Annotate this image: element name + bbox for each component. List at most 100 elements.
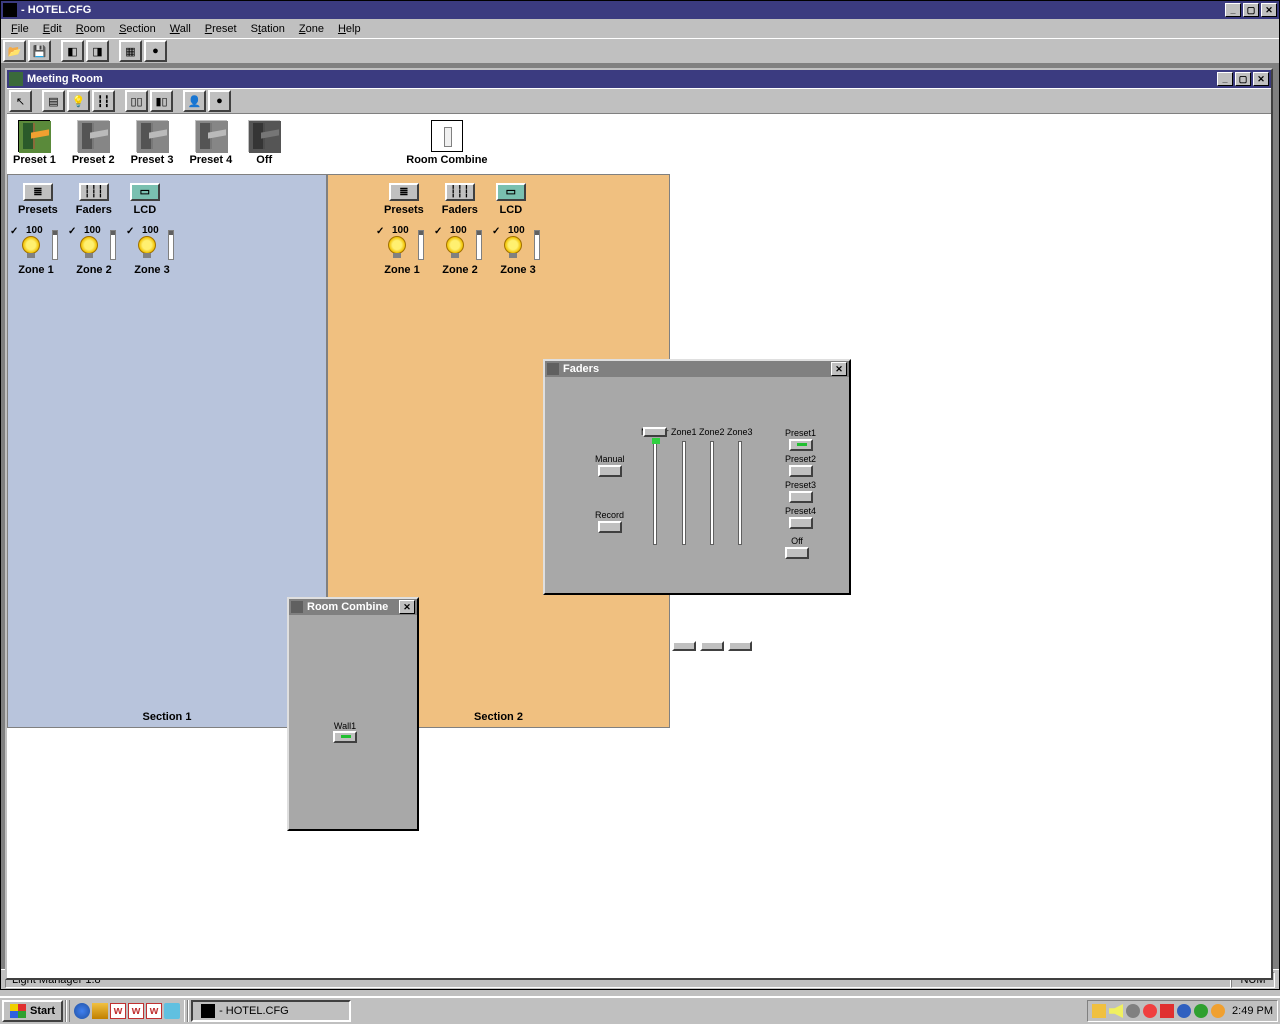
mdi-title: Meeting Room xyxy=(27,73,103,85)
menu-wall[interactable]: Wall xyxy=(164,21,197,37)
wall1-button[interactable]: Wall1 xyxy=(333,721,357,743)
menu-zone[interactable]: Zone xyxy=(293,21,330,37)
fader-off-button[interactable]: Off xyxy=(785,535,809,559)
taskbar: Start w w w - HOTEL.CFG 2:49 PM xyxy=(0,996,1280,1024)
preset-4[interactable]: Preset 4 xyxy=(189,120,232,166)
menu-help[interactable]: Help xyxy=(332,21,367,37)
section-1-label: Section 1 xyxy=(8,711,326,723)
windows-flag-icon xyxy=(10,1004,26,1018)
tray-icon-3[interactable] xyxy=(1126,1004,1140,1018)
toolbar-open-icon[interactable]: 📂 xyxy=(3,40,26,62)
fader-preset4-button[interactable]: Preset4 xyxy=(785,505,816,529)
s2-faders-button[interactable]: ┆┆┆Faders xyxy=(442,183,478,216)
room-combine-label: Room Combine xyxy=(406,154,487,166)
app-toolbar: 📂 💾 ◧ ◨ ▦ ● xyxy=(1,38,1279,64)
toolbar-btn-5[interactable]: ▦ xyxy=(119,40,142,62)
maximize-button[interactable]: ▢ xyxy=(1243,3,1259,17)
menu-edit[interactable]: Edit xyxy=(37,21,68,37)
preset-2[interactable]: Preset 2 xyxy=(72,120,115,166)
s2-zone-1[interactable]: ✓100 Zone 1 xyxy=(380,228,424,276)
manual-button[interactable]: Manual xyxy=(595,453,625,477)
s1-zone-2[interactable]: ✓100 Zone 2 xyxy=(72,228,116,276)
preset-1[interactable]: Preset 1 xyxy=(13,120,56,166)
close-button[interactable]: ✕ xyxy=(1261,3,1277,17)
s1-lcd-button[interactable]: ▭LCD xyxy=(130,183,160,216)
ql-ie-icon[interactable] xyxy=(74,1003,90,1019)
room-combine-icon xyxy=(291,601,303,613)
room-combine-close-button[interactable]: ✕ xyxy=(399,600,415,614)
tool-circle-icon[interactable]: ● xyxy=(208,90,231,112)
s1-faders-button[interactable]: ┆┆┆Faders xyxy=(76,183,112,216)
room-combine-titlebar[interactable]: Room Combine ✕ xyxy=(289,599,417,615)
mdi-maximize-button[interactable]: ▢ xyxy=(1235,72,1251,86)
record-button[interactable]: Record xyxy=(595,509,624,533)
app-title: - HOTEL.CFG xyxy=(21,4,91,16)
minimize-button[interactable]: _ xyxy=(1225,3,1241,17)
tool-layout2-icon[interactable]: ▮▯ xyxy=(150,90,173,112)
mdi-titlebar[interactable]: Meeting Room _ ▢ ✕ xyxy=(7,70,1271,88)
fader-zone1[interactable]: Zone1 xyxy=(671,427,697,547)
faders-icon xyxy=(547,363,559,375)
toolbar-record-icon[interactable]: ● xyxy=(144,40,167,62)
tool-bulb-icon[interactable]: 💡 xyxy=(67,90,90,112)
tray-clock[interactable]: 2:49 PM xyxy=(1232,1005,1273,1017)
app-titlebar[interactable]: - HOTEL.CFG _ ▢ ✕ xyxy=(1,1,1279,19)
toolbar-btn-3[interactable]: ◧ xyxy=(61,40,84,62)
fader-master[interactable]: Master xyxy=(641,427,669,549)
fader-zone3[interactable]: Zone3 xyxy=(727,427,753,547)
room-icon xyxy=(9,72,23,86)
faders-titlebar[interactable]: Faders ✕ xyxy=(545,361,849,377)
mdi-window: Meeting Room _ ▢ ✕ ↖ ▤ 💡 ┇┇ ▯▯ ▮▯ 👤 ● xyxy=(5,68,1273,980)
menu-station[interactable]: Station xyxy=(245,21,291,37)
menu-room[interactable]: Room xyxy=(70,21,111,37)
ql-app1-icon[interactable]: w xyxy=(110,1003,126,1019)
tray-icon-5[interactable] xyxy=(1160,1004,1174,1018)
menu-preset[interactable]: Preset xyxy=(199,21,243,37)
s2-presets-button[interactable]: ≣Presets xyxy=(384,183,424,216)
start-button[interactable]: Start xyxy=(2,1000,63,1022)
ql-app4-icon[interactable] xyxy=(164,1003,180,1019)
s1-zone-3[interactable]: ✓100 Zone 3 xyxy=(130,228,174,276)
faders-window[interactable]: Faders ✕ Manual Record xyxy=(543,359,851,595)
toolbar-btn-4[interactable]: ◨ xyxy=(86,40,109,62)
s1-presets-button[interactable]: ≣Presets xyxy=(18,183,58,216)
menubar: File Edit Room Section Wall Preset Stati… xyxy=(1,19,1279,38)
fader-zone2[interactable]: Zone2 xyxy=(699,427,725,547)
room-combine-preset[interactable]: Room Combine xyxy=(406,120,487,166)
fader-preset2-button[interactable]: Preset2 xyxy=(785,453,816,477)
menu-file[interactable]: File xyxy=(5,21,35,37)
room-combine-window[interactable]: Room Combine ✕ Wall1 xyxy=(287,597,419,831)
tool-presets-icon[interactable]: ▤ xyxy=(42,90,65,112)
taskbar-app-button[interactable]: - HOTEL.CFG xyxy=(191,1000,351,1022)
s2-zone-3[interactable]: ✓100 Zone 3 xyxy=(496,228,540,276)
ql-outlook-icon[interactable] xyxy=(92,1003,108,1019)
preset-3[interactable]: Preset 3 xyxy=(131,120,174,166)
ql-app3-icon[interactable]: w xyxy=(146,1003,162,1019)
tool-person-icon[interactable]: 👤 xyxy=(183,90,206,112)
system-tray: 2:49 PM xyxy=(1087,1000,1278,1022)
preset-off[interactable]: Off xyxy=(248,120,280,166)
tray-icon-8[interactable] xyxy=(1211,1004,1225,1018)
fader-preset1-button[interactable]: Preset1 xyxy=(785,427,816,451)
toolbar-save-icon[interactable]: 💾 xyxy=(28,40,51,62)
s2-zone-2[interactable]: ✓100 Zone 2 xyxy=(438,228,482,276)
menu-section[interactable]: Section xyxy=(113,21,162,37)
section-1[interactable]: ≣Presets ┆┆┆Faders ▭LCD ✓100 Zone 1 ✓100… xyxy=(7,174,327,728)
tool-pointer-icon[interactable]: ↖ xyxy=(9,90,32,112)
tool-faders-icon[interactable]: ┇┇ xyxy=(92,90,115,112)
tray-volume-icon[interactable] xyxy=(1109,1004,1123,1018)
s1-zone-1[interactable]: ✓100 Zone 1 xyxy=(14,228,58,276)
mdi-minimize-button[interactable]: _ xyxy=(1217,72,1233,86)
ql-app2-icon[interactable]: w xyxy=(128,1003,144,1019)
room-canvas: Preset 1 Preset 2 Preset 3 Preset 4 xyxy=(7,114,1271,978)
tray-icon-1[interactable] xyxy=(1092,1004,1106,1018)
tray-icon-7[interactable] xyxy=(1194,1004,1208,1018)
faders-close-button[interactable]: ✕ xyxy=(831,362,847,376)
mdi-close-button[interactable]: ✕ xyxy=(1253,72,1269,86)
tray-icon-6[interactable] xyxy=(1177,1004,1191,1018)
faders-title: Faders xyxy=(563,363,599,375)
tool-layout1-icon[interactable]: ▯▯ xyxy=(125,90,148,112)
tray-icon-4[interactable] xyxy=(1143,1004,1157,1018)
fader-preset3-button[interactable]: Preset3 xyxy=(785,479,816,503)
s2-lcd-button[interactable]: ▭LCD xyxy=(496,183,526,216)
